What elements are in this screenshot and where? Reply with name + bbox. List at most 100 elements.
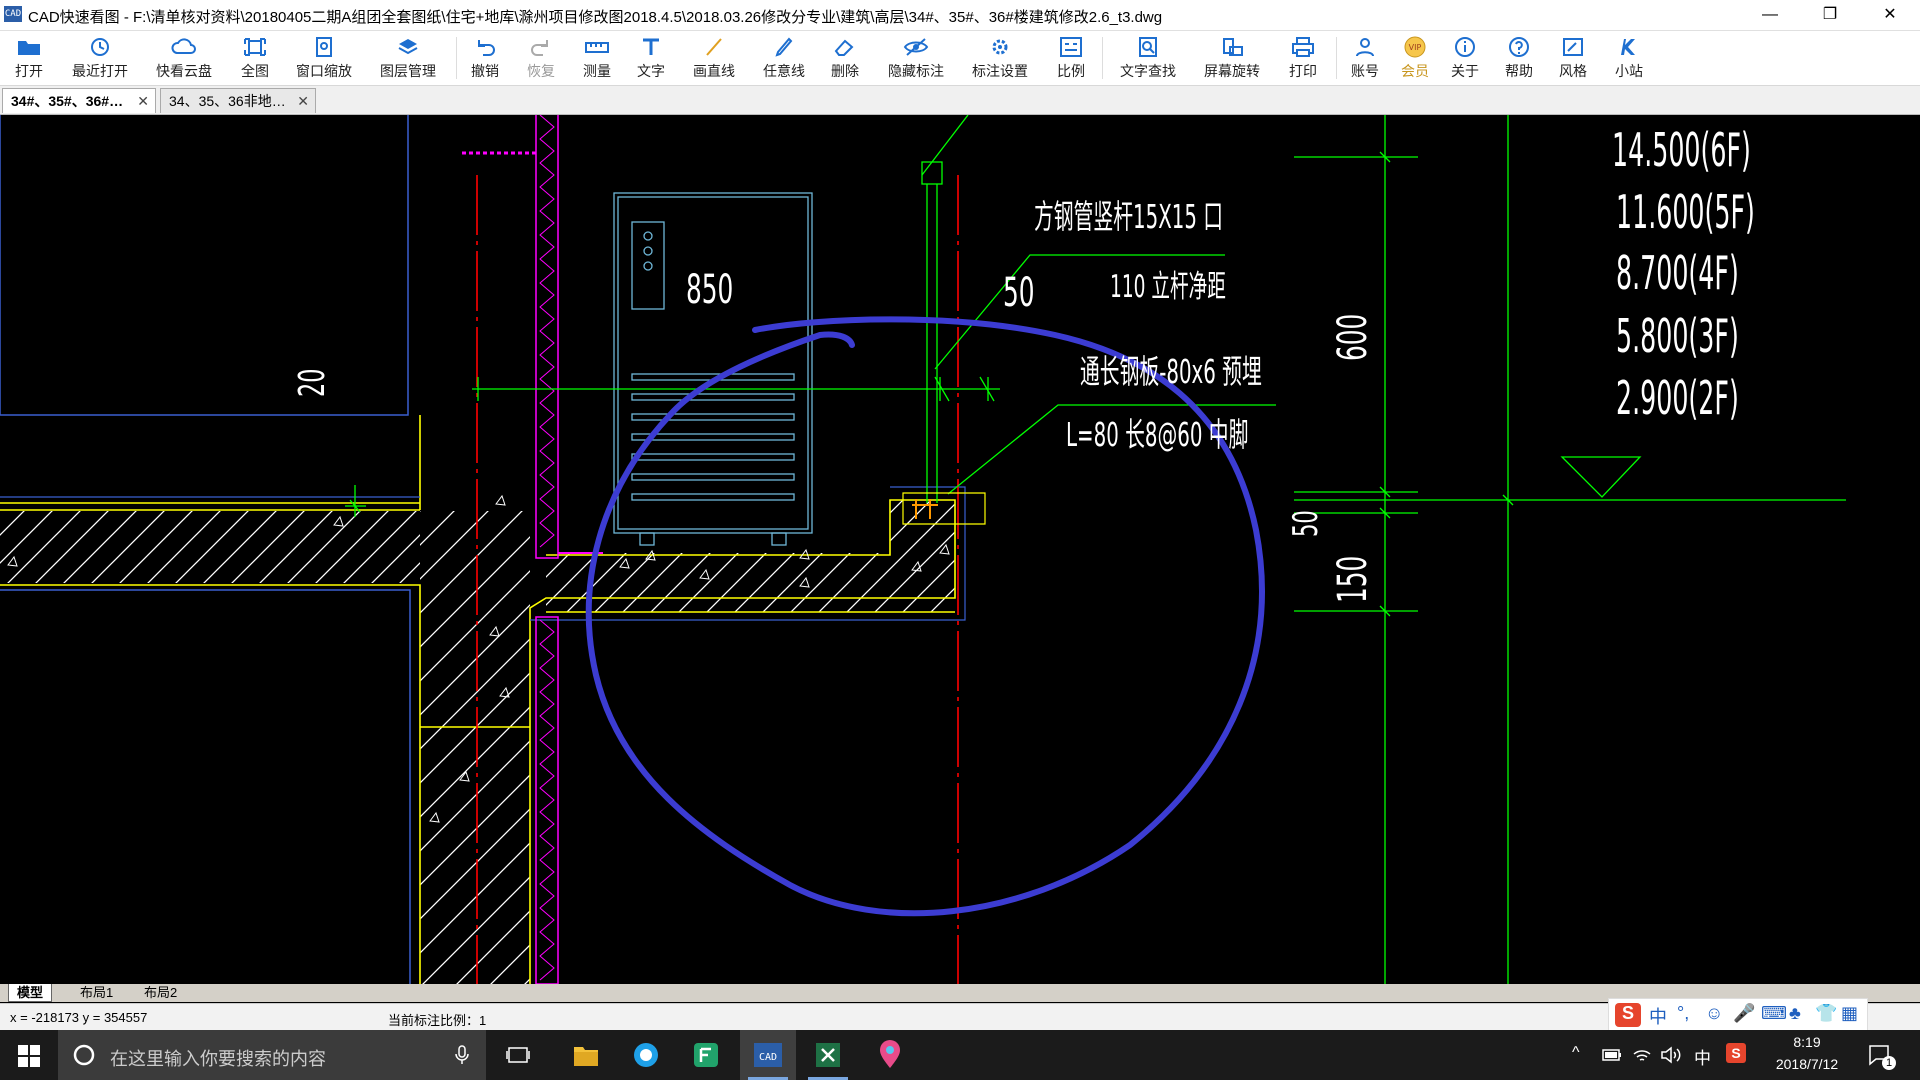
open-button[interactable]: 打开 (4, 33, 54, 83)
style-button[interactable]: 风格 (1550, 33, 1596, 83)
volume-icon[interactable] (1660, 1046, 1682, 1064)
ime-keyboard-icon[interactable]: ⌨ (1761, 1003, 1787, 1024)
eraser-icon (834, 39, 854, 56)
measure-icon (585, 42, 609, 53)
svg-text:VIP: VIP (1409, 43, 1422, 52)
folder-open-icon (18, 41, 40, 55)
about-button[interactable]: 关于 (1442, 33, 1488, 83)
close-button[interactable]: ✕ (1860, 0, 1920, 30)
cloud-disk-button[interactable]: 快看云盘 (146, 33, 222, 83)
room-outline (0, 115, 409, 416)
title-bar: CAD CAD快速看图 - F:\清单核对资料\20180405二期A组团全套图… (0, 0, 1920, 31)
room-outline (0, 589, 411, 984)
folder-icon (574, 1047, 598, 1066)
fit-all-button[interactable]: 全图 (232, 33, 278, 83)
level-6f: 14.500(6F) (1612, 123, 1751, 177)
tab-layout-2[interactable]: 布局2 (136, 984, 185, 1001)
close-tab-icon[interactable]: ✕ (137, 89, 149, 113)
line-icon (706, 38, 722, 56)
sogou-logo-icon: S (1615, 1003, 1641, 1027)
restore-button[interactable]: ❐ (1800, 0, 1860, 30)
station-icon (1621, 39, 1635, 55)
draw-line-button[interactable]: 画直线 (686, 33, 742, 83)
task-view-icon[interactable] (506, 1045, 530, 1065)
tray-chevron-icon[interactable]: ^ (1572, 1044, 1580, 1062)
taskbar-cad-viewer[interactable]: CAD (740, 1030, 796, 1080)
taskbar-maps-app[interactable] (862, 1030, 918, 1080)
redo-button[interactable]: 恢复 (518, 33, 564, 83)
sogou-tray-icon[interactable]: S (1726, 1043, 1746, 1063)
dimension-850: 850 (686, 267, 734, 313)
ime-chinese-mode[interactable]: 中 (1649, 1003, 1667, 1029)
svg-text:CAD: CAD (759, 1052, 777, 1063)
notification-count-badge: 1 (1882, 1056, 1896, 1070)
rotate-screen-button[interactable]: 屏幕旋转 (1196, 33, 1268, 83)
windows-start-icon[interactable] (18, 1045, 40, 1067)
note-anchor-spec: L=80 长8@60 中脚 (1066, 415, 1249, 454)
taskbar-search-box[interactable]: 在这里输入你要搜索的内容 (58, 1030, 486, 1080)
wifi-icon[interactable] (1632, 1046, 1652, 1064)
measure-button[interactable]: 测量 (574, 33, 620, 83)
undo-button[interactable]: 撤销 (462, 33, 508, 83)
map-pin-icon (880, 1040, 900, 1068)
cortana-icon (73, 1044, 95, 1066)
style-icon (1563, 38, 1583, 56)
taskbar-project-app[interactable] (678, 1030, 734, 1080)
redo-icon (531, 40, 548, 56)
layer-manager-button[interactable]: 图层管理 (372, 33, 444, 83)
recent-open-button[interactable]: 最近打开 (64, 33, 136, 83)
scale-icon (1060, 37, 1082, 57)
ime-tools-icon[interactable]: ♣ (1789, 1003, 1801, 1024)
note-square-steel-post: 方钢管竖杆15X15 口 (1034, 197, 1224, 236)
text-icon (643, 38, 659, 55)
vip-button[interactable]: VIP 会员 (1392, 33, 1438, 83)
ime-toolbar[interactable]: S 中 °, ☺ 🎤 ⌨ ♣ 👕 ▦ (1608, 998, 1868, 1032)
account-button[interactable]: 账号 (1342, 33, 1388, 83)
taskbar-file-explorer[interactable] (558, 1030, 614, 1080)
info-icon (1455, 37, 1475, 57)
drawing-canvas[interactable]: 850 50 20 方钢管竖杆15X15 口 110 立杆净距 通长钢板-80x… (0, 115, 1920, 984)
annotation-scale: 当前标注比例：1 (388, 1013, 487, 1028)
tab-document-2[interactable]: 34、35、36非地… ✕ (160, 88, 316, 113)
cad-app-icon: CAD (754, 1043, 782, 1067)
clock-date[interactable]: 2018/7/12 (1762, 1056, 1852, 1072)
tab-model[interactable]: 模型 (8, 984, 53, 1002)
clock-time[interactable]: 8:19 (1762, 1034, 1852, 1050)
fit-all-icon (244, 38, 266, 56)
toolbar-separator (1336, 37, 1337, 79)
ime-punctuation[interactable]: °, (1677, 1003, 1689, 1024)
level-3f: 5.800(3F) (1616, 309, 1739, 363)
text-button[interactable]: 文字 (628, 33, 674, 83)
hide-annotation-button[interactable]: 隐藏标注 (882, 33, 950, 83)
level-5f: 11.600(5F) (1616, 185, 1755, 239)
ime-menu-icon[interactable]: ▦ (1841, 1003, 1858, 1024)
excel-icon (816, 1043, 840, 1067)
print-button[interactable]: 打印 (1280, 33, 1326, 83)
close-tab-icon[interactable]: ✕ (297, 89, 309, 113)
taskbar-excel[interactable] (800, 1030, 856, 1080)
taskbar-browser[interactable] (618, 1030, 674, 1080)
microphone-icon[interactable] (454, 1045, 470, 1065)
ime-skin-icon[interactable]: 👕 (1815, 1003, 1837, 1024)
ime-emoji-icon[interactable]: ☺ (1705, 1003, 1723, 1024)
help-icon (1509, 37, 1529, 57)
tab-layout-1[interactable]: 布局1 (72, 984, 121, 1001)
text-search-button[interactable]: 文字查找 (1112, 33, 1184, 83)
ime-voice-icon[interactable]: 🎤 (1733, 1003, 1755, 1024)
station-button[interactable]: 小站 (1606, 33, 1652, 83)
window-zoom-button[interactable]: 窗口缩放 (288, 33, 360, 83)
minimize-button[interactable]: — (1740, 0, 1800, 30)
help-button[interactable]: 帮助 (1496, 33, 1542, 83)
search-placeholder: 在这里输入你要搜索的内容 (110, 1049, 326, 1069)
freehand-line-button[interactable]: 任意线 (756, 33, 812, 83)
scale-button[interactable]: 比例 (1048, 33, 1094, 83)
tab-document-1[interactable]: 34#、35#、36#… ✕ (2, 88, 156, 113)
dimension-150: 150 (1330, 555, 1376, 603)
battery-icon[interactable] (1602, 1048, 1622, 1062)
annotation-settings-button[interactable]: 标注设置 (966, 33, 1034, 83)
text-search-icon (1139, 37, 1157, 57)
ime-indicator[interactable]: 中 (1694, 1044, 1711, 1069)
dimension-50-top: 50 (1003, 270, 1035, 316)
delete-button[interactable]: 删除 (822, 33, 868, 83)
toolbar: 打开 最近打开 快看云盘 全图 窗口缩放 图层管理 撤销 恢复 测量 文字 画直… (0, 31, 1920, 86)
